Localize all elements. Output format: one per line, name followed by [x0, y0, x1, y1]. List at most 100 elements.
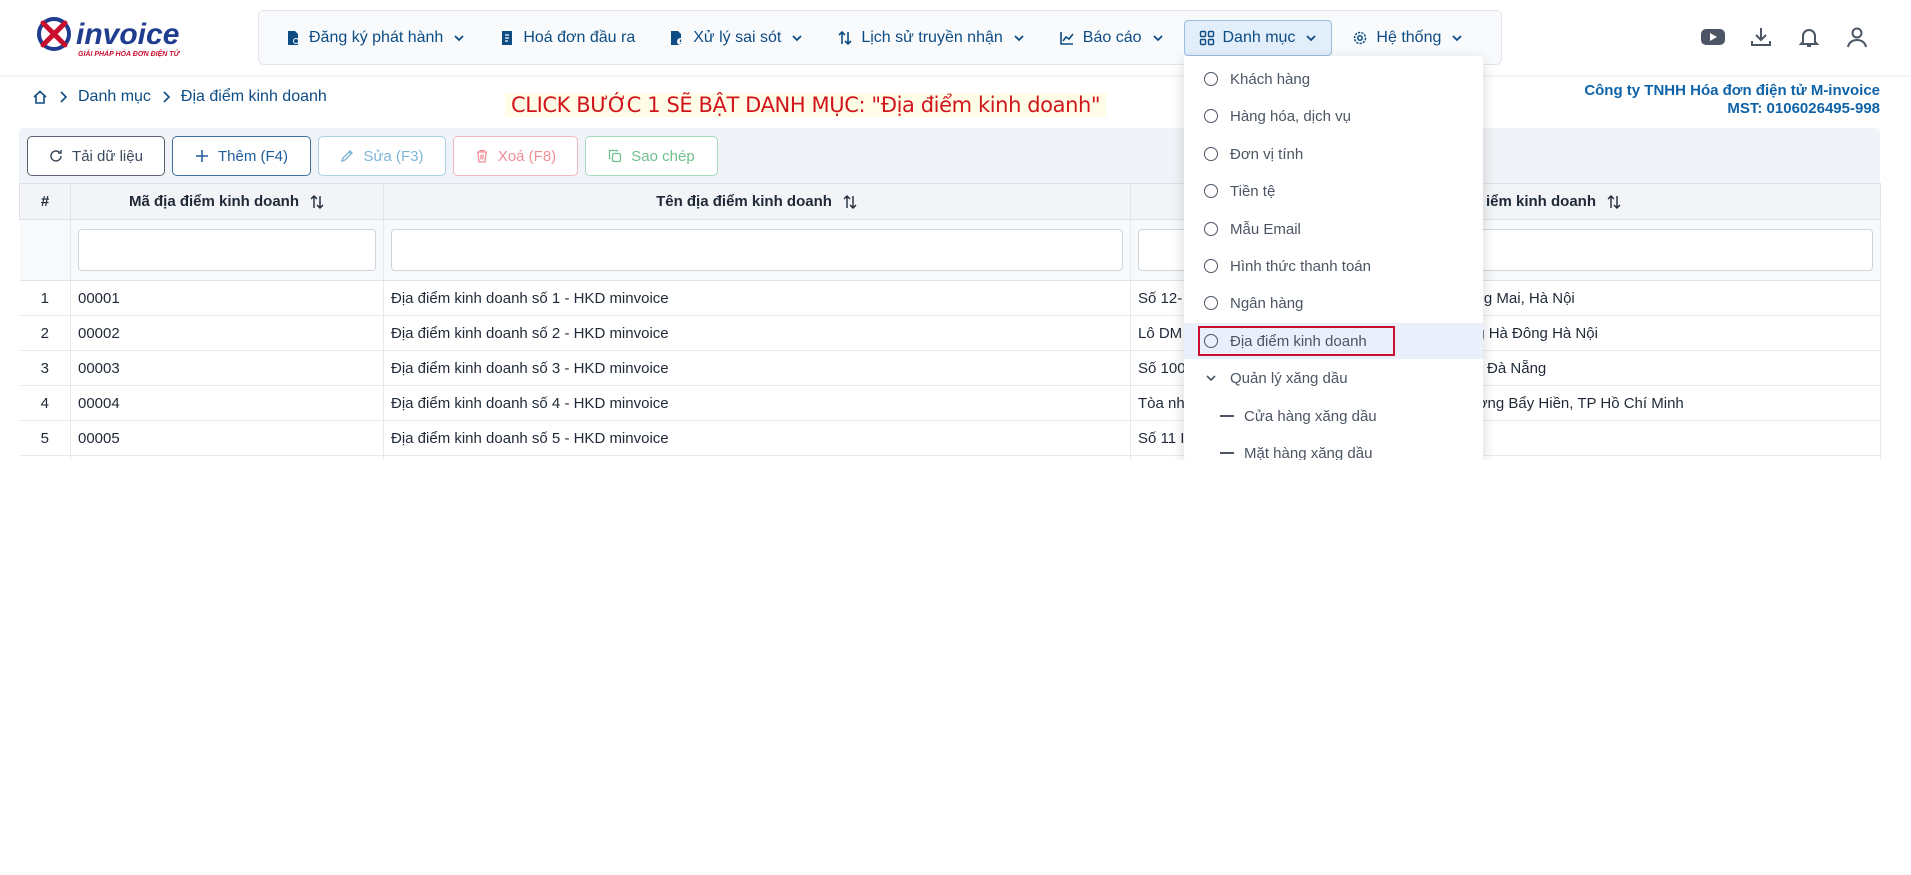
- top-right-icons: [1698, 22, 1890, 52]
- sort-icon[interactable]: [1606, 194, 1622, 210]
- row-index: 3: [19, 350, 71, 386]
- menu-group-quan-ly-xang-dau[interactable]: Quản lý xăng dầu: [1184, 360, 1483, 396]
- filter-cell-empty: [19, 219, 71, 281]
- breadcrumb: Danh mục Địa điểm kinh doanh: [32, 88, 327, 106]
- chevron-down-icon: [1014, 34, 1024, 41]
- nav-danh-muc[interactable]: Danh mục: [1183, 19, 1333, 56]
- nav-xu-ly-sai-sot[interactable]: Xử lý sai sót: [655, 20, 817, 56]
- table-row[interactable]: 5 00005 Địa điểm kinh doanh số 5 - HKD m…: [19, 420, 1881, 456]
- radio-icon: [1204, 147, 1218, 161]
- table-row[interactable]: 2 00002 Địa điểm kinh doanh số 2 - HKD m…: [19, 315, 1881, 351]
- column-header-index: #: [19, 183, 71, 220]
- instruction-annotation: CLICK BƯỚC 1 SẼ BẬT DANH MỤC: "Địa điểm …: [505, 93, 1107, 117]
- invoice-icon: [502, 30, 513, 45]
- filter-code-input[interactable]: [78, 229, 376, 271]
- toolbar: Tải dữ liệu Thêm (F4) Sửa (F3) Xoá (F8) …: [27, 136, 725, 176]
- menu-item-hang-hoa[interactable]: Hàng hóa, dịch vụ: [1184, 98, 1483, 134]
- reload-button[interactable]: Tải dữ liệu: [27, 136, 165, 176]
- logo-tagline: GIẢI PHÁP HÓA ĐƠN ĐIỆN TỬ: [78, 49, 181, 58]
- youtube-icon[interactable]: [1698, 22, 1728, 52]
- menu-item-mau-email[interactable]: Mẫu Email: [1184, 211, 1483, 247]
- copy-button[interactable]: Sao chép: [585, 136, 718, 176]
- chevron-right-icon: [161, 91, 171, 103]
- table-row[interactable]: [19, 455, 1881, 460]
- delete-button[interactable]: Xoá (F8): [453, 136, 578, 176]
- sort-icon[interactable]: [842, 194, 858, 210]
- radio-icon: [1204, 72, 1218, 86]
- row-index: [19, 455, 71, 460]
- row-index: 4: [19, 385, 71, 421]
- table-row[interactable]: 4 00004 Địa điểm kinh doanh số 4 - HKD m…: [19, 385, 1881, 421]
- chevron-down-icon: [1306, 34, 1317, 41]
- company-name: Công ty TNHH Hóa đơn điện tử M-invoice: [1584, 82, 1880, 99]
- menu-item-mat-hang-xang-dau[interactable]: Mặt hàng xăng dầu: [1184, 435, 1483, 460]
- radio-icon: [1204, 222, 1218, 236]
- chevron-down-icon: [1152, 34, 1163, 41]
- pencil-icon: [341, 150, 354, 163]
- sort-icon[interactable]: [309, 194, 325, 210]
- highlight-annotation-box: [1198, 326, 1395, 356]
- table-row[interactable]: 3 00003 Địa điểm kinh doanh số 3 - HKD m…: [19, 350, 1881, 386]
- nav-lich-su-truyen-nhan[interactable]: Lịch sử truyền nhận: [823, 20, 1038, 56]
- company-tax-code: MST: 0106026495-998: [1727, 100, 1880, 117]
- row-name: [383, 455, 1131, 460]
- nav-label: Danh mục: [1222, 28, 1296, 46]
- menu-item-khach-hang[interactable]: Khách hàng: [1184, 61, 1483, 97]
- row-code: 00005: [70, 420, 384, 456]
- nav-label: Lịch sử truyền nhận: [861, 28, 1003, 46]
- edit-button[interactable]: Sửa (F3): [318, 136, 446, 176]
- row-index: 2: [19, 315, 71, 351]
- nav-label: Đăng ký phát hành: [309, 28, 444, 46]
- menu-item-tien-te[interactable]: Tiền tệ: [1184, 173, 1483, 209]
- add-button[interactable]: Thêm (F4): [172, 136, 311, 176]
- chevron-down-icon: [1204, 372, 1218, 384]
- nav-dang-ky-phat-hanh[interactable]: Đăng ký phát hành: [271, 20, 479, 56]
- table-header-row: # Mã địa điểm kinh doanh Tên địa điểm ki…: [19, 183, 1881, 220]
- data-table: # Mã địa điểm kinh doanh Tên địa điểm ki…: [19, 183, 1881, 460]
- file-warning-icon: [671, 30, 685, 45]
- chevron-down-icon: [454, 34, 464, 41]
- user-icon[interactable]: [1842, 22, 1872, 52]
- chevron-down-icon: [792, 34, 802, 41]
- breadcrumb-danh-muc[interactable]: Danh mục: [78, 88, 151, 106]
- table-row[interactable]: 1 00001 Địa điểm kinh doanh số 1 - HKD m…: [19, 280, 1881, 316]
- company-info: Công ty TNHH Hóa đơn điện tử M-invoice M…: [1584, 82, 1880, 118]
- arrows-updown-icon: [838, 30, 852, 45]
- app-window: invoice GIẢI PHÁP HÓA ĐƠN ĐIỆN TỬ Đăng k…: [0, 0, 1911, 460]
- menu-item-hinh-thuc-thanh-toan[interactable]: Hình thức thanh toán: [1184, 248, 1483, 284]
- bell-icon[interactable]: [1794, 22, 1824, 52]
- dash-icon: [1220, 452, 1234, 454]
- radio-icon: [1204, 109, 1218, 123]
- column-header-code[interactable]: Mã địa điểm kinh doanh: [70, 183, 384, 220]
- minvoice-logo[interactable]: invoice GIẢI PHÁP HÓA ĐƠN ĐIỆN TỬ: [34, 14, 206, 60]
- chevron-right-icon: [58, 91, 68, 103]
- filter-name-input[interactable]: [391, 229, 1123, 271]
- copy-label: Sao chép: [631, 147, 695, 165]
- nav-hoa-don-dau-ra[interactable]: Hoá đơn đầu ra: [485, 20, 649, 56]
- row-name: Địa điểm kinh doanh số 4 - HKD minvoice: [383, 385, 1131, 421]
- chart-icon: [1059, 31, 1074, 45]
- edit-label: Sửa (F3): [363, 147, 424, 165]
- nav-label: Xử lý sai sót: [693, 28, 782, 46]
- header: invoice GIẢI PHÁP HÓA ĐƠN ĐIỆN TỬ Đăng k…: [0, 0, 1911, 75]
- plus-icon: [195, 150, 208, 162]
- row-name: Địa điểm kinh doanh số 1 - HKD minvoice: [383, 280, 1131, 316]
- grid-icon: [1199, 30, 1214, 45]
- file-icon: [288, 30, 299, 45]
- row-name: Địa điểm kinh doanh số 2 - HKD minvoice: [383, 315, 1131, 351]
- nav-label: Hoá đơn đầu ra: [523, 28, 636, 46]
- column-header-name[interactable]: Tên địa điểm kinh doanh: [383, 183, 1131, 220]
- download-icon[interactable]: [1746, 22, 1776, 52]
- menu-item-don-vi-tinh[interactable]: Đơn vị tính: [1184, 136, 1483, 172]
- home-icon[interactable]: [32, 89, 48, 105]
- row-index: 1: [19, 280, 71, 316]
- copy-icon: [609, 149, 622, 163]
- breadcrumb-current[interactable]: Địa điểm kinh doanh: [181, 88, 327, 106]
- logo-text: invoice: [76, 18, 179, 51]
- menu-item-cua-hang-xang-dau[interactable]: Cửa hàng xăng dầu: [1184, 398, 1483, 434]
- filter-cell: [383, 219, 1131, 281]
- nav-bao-cao[interactable]: Báo cáo: [1045, 20, 1178, 56]
- nav-he-thong[interactable]: Hệ thống: [1338, 20, 1477, 56]
- menu-item-ngan-hang[interactable]: Ngân hàng: [1184, 285, 1483, 321]
- filter-row: [19, 219, 1881, 281]
